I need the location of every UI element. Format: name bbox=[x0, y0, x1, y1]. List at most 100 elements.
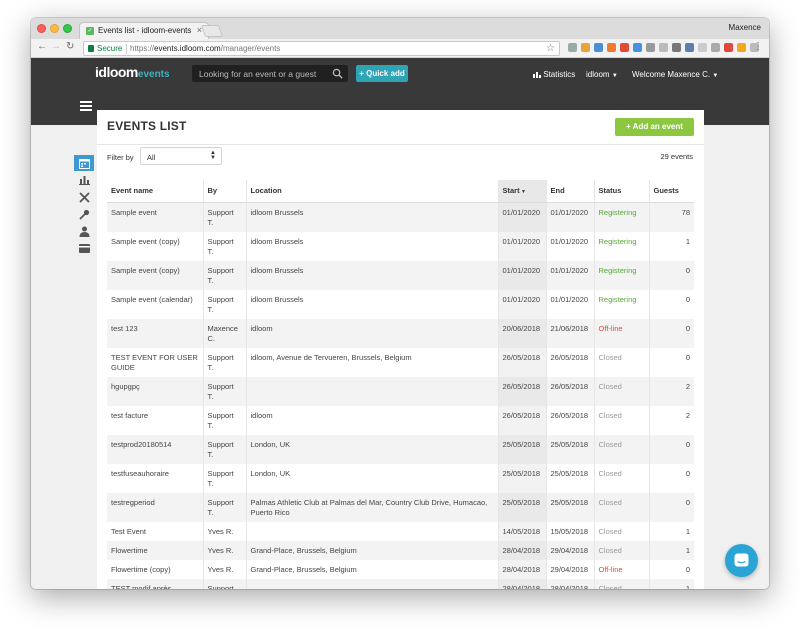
search-input[interactable] bbox=[192, 65, 324, 82]
column-header-by[interactable]: By bbox=[202, 180, 246, 203]
table-row[interactable]: Sample event (calendar) Support T. idloom … bbox=[107, 289, 694, 319]
hamburger-menu-icon[interactable] bbox=[80, 101, 92, 111]
table-row[interactable]: Test Event Yves R. 14/05/2018 15/05/2018 Clo… bbox=[107, 521, 694, 541]
rss-icon[interactable] bbox=[737, 43, 746, 52]
event-status-cell: Closed bbox=[593, 492, 649, 522]
event-start-cell: 25/05/2018 bbox=[497, 434, 546, 464]
extension-icon[interactable] bbox=[581, 43, 590, 52]
event-name-cell[interactable]: testfuseauhoraire bbox=[107, 464, 203, 493]
organisation-menu[interactable]: idloom ▼ bbox=[586, 70, 618, 79]
table-row[interactable]: testfuseauhoraire Support T. London, UK 25/… bbox=[107, 463, 694, 493]
event-name-cell[interactable]: Sample event bbox=[107, 202, 203, 232]
event-by-cell: Support T. bbox=[202, 231, 246, 261]
event-name-cell[interactable]: testprod20180514 bbox=[107, 434, 203, 464]
event-name-cell[interactable]: Sample event (calendar) bbox=[107, 290, 203, 319]
quick-add-button[interactable]: + Quick add bbox=[356, 65, 408, 82]
event-status-cell: Registering bbox=[593, 231, 649, 261]
browser-menu-icon[interactable]: ⋮ bbox=[753, 41, 763, 52]
minimize-window-button[interactable] bbox=[50, 24, 59, 33]
extension-icon[interactable] bbox=[711, 43, 720, 52]
extension-icon[interactable] bbox=[633, 43, 642, 52]
event-name-cell[interactable]: TEST EVENT FOR USER GUIDE bbox=[107, 348, 203, 377]
event-name-cell[interactable]: test facture bbox=[107, 406, 203, 435]
table-row[interactable]: test facture Support T. idloom 26/05/2018 26… bbox=[107, 405, 694, 435]
filter-label: Filter by bbox=[107, 153, 134, 162]
table-row[interactable]: test 123 Maxence C. idloom 20/06/2018 21/06/… bbox=[107, 318, 694, 348]
column-header-name[interactable]: Event name bbox=[107, 180, 203, 203]
back-arrow-icon[interactable]: ← bbox=[37, 41, 47, 52]
event-location-cell: London, UK bbox=[245, 463, 498, 493]
table-row[interactable]: Flowertime Yves R. Grand-Place, Brussels, … bbox=[107, 540, 694, 560]
table-row[interactable]: Sample event (copy) Support T. idloom Brus… bbox=[107, 260, 694, 290]
extension-icon[interactable] bbox=[724, 43, 733, 52]
event-name-cell[interactable]: Flowertime (copy) bbox=[107, 560, 203, 579]
new-tab-button[interactable] bbox=[200, 25, 224, 37]
column-header-status[interactable]: Status bbox=[593, 180, 649, 203]
event-by-cell: Yves R. bbox=[202, 521, 246, 541]
idloom-logo[interactable]: idloomevents bbox=[95, 64, 170, 80]
user-icon bbox=[79, 226, 89, 237]
browser-profile-name[interactable]: Maxence bbox=[729, 23, 761, 32]
lock-icon bbox=[88, 45, 94, 52]
event-name-cell[interactable]: Sample event (copy) bbox=[107, 260, 203, 290]
statistics-link[interactable]: Statistics bbox=[533, 70, 575, 79]
maximize-window-button[interactable] bbox=[63, 24, 72, 33]
event-name-cell[interactable]: Flowertime bbox=[107, 540, 203, 560]
event-end-cell: 21/06/2018 bbox=[545, 318, 594, 348]
event-name-cell[interactable]: testregperiod bbox=[107, 492, 203, 522]
close-window-button[interactable] bbox=[37, 24, 46, 33]
extension-icon[interactable] bbox=[659, 43, 668, 52]
event-name-cell[interactable]: Sample event (copy) bbox=[107, 232, 203, 261]
event-end-cell: 26/05/2018 bbox=[545, 405, 594, 435]
sidebar-item-users[interactable] bbox=[74, 223, 94, 239]
search-icon[interactable] bbox=[332, 68, 343, 79]
forward-arrow-icon[interactable]: → bbox=[51, 41, 61, 52]
address-bar[interactable]: Secure https://events.idloom.com/manager… bbox=[83, 41, 560, 56]
user-menu[interactable]: Welcome Maxence C. ▼ bbox=[632, 70, 718, 79]
chat-icon bbox=[734, 553, 749, 567]
event-name-cell[interactable]: test 123 bbox=[107, 318, 203, 348]
event-name-cell[interactable]: hgupgpç bbox=[107, 376, 203, 406]
table-row[interactable]: Sample event Support T. idloom Brussels 01/… bbox=[107, 202, 694, 232]
sidebar-item-events[interactable] bbox=[74, 155, 94, 171]
sidebar-item-keys[interactable] bbox=[74, 206, 94, 222]
bookmark-star-icon[interactable]: ☆ bbox=[546, 43, 555, 54]
reload-icon[interactable]: ↻ bbox=[66, 41, 74, 52]
add-event-button[interactable]: + Add an event bbox=[615, 118, 694, 136]
column-header-end[interactable]: End bbox=[545, 180, 594, 203]
table-row[interactable]: testregperiod Support T. Palmas Athletic C… bbox=[107, 492, 694, 522]
extension-icon[interactable] bbox=[685, 43, 694, 52]
table-row[interactable]: testprod20180514 Support T. London, UK 25/0… bbox=[107, 434, 694, 464]
filter-select[interactable]: All ▲ ▼ bbox=[140, 147, 222, 165]
column-header-location[interactable]: Location bbox=[245, 180, 498, 203]
page-title: EVENTS LIST bbox=[107, 119, 187, 133]
table-row[interactable]: Sample event (copy) Support T. idloom Brus… bbox=[107, 231, 694, 261]
sidebar-item-tools[interactable] bbox=[74, 189, 94, 205]
table-row[interactable]: TEST modif aprèsSupport T. 28/04/201828/0… bbox=[107, 578, 694, 589]
select-arrows-icon: ▲ ▼ bbox=[210, 150, 216, 161]
extension-icon[interactable] bbox=[594, 43, 603, 52]
extension-icon[interactable] bbox=[568, 43, 577, 52]
event-name-cell[interactable]: Test Event bbox=[107, 522, 203, 541]
extension-icon[interactable] bbox=[607, 43, 616, 52]
table-row[interactable]: Flowertime (copy) Yves R. Grand-Place, Bru… bbox=[107, 559, 694, 579]
column-header-start[interactable]: Start ▼ bbox=[497, 180, 546, 203]
table-row[interactable]: TEST EVENT FOR USER GUIDE Support T. idloo… bbox=[107, 347, 694, 377]
event-name-cell[interactable]: TEST modif après bbox=[107, 578, 203, 589]
event-end-cell: 01/01/2020 bbox=[545, 289, 594, 319]
sidebar-item-statistics[interactable] bbox=[74, 172, 94, 188]
table-row[interactable]: hgupgpç Support T. 26/05/2018 26/05/2018 Clo… bbox=[107, 376, 694, 406]
event-by-cell: Support T. bbox=[202, 260, 246, 290]
browser-tab[interactable]: ✓ Events list - idloom-events × bbox=[79, 22, 209, 39]
support-chat-button[interactable] bbox=[725, 544, 758, 577]
extension-icon[interactable] bbox=[620, 43, 629, 52]
event-end-cell: 25/05/2018 bbox=[545, 492, 594, 522]
browser-toolbar: ← → ↻ Secure https://events.idloom.com/m… bbox=[31, 39, 769, 58]
event-location-cell: idloom bbox=[245, 318, 498, 348]
column-header-guests[interactable]: Guests bbox=[648, 180, 694, 203]
extension-icon[interactable] bbox=[672, 43, 681, 52]
extension-icon[interactable] bbox=[646, 43, 655, 52]
extension-icon[interactable] bbox=[698, 43, 707, 52]
sidebar-item-billing[interactable] bbox=[74, 240, 94, 256]
event-status-cell: Closed bbox=[593, 405, 649, 435]
